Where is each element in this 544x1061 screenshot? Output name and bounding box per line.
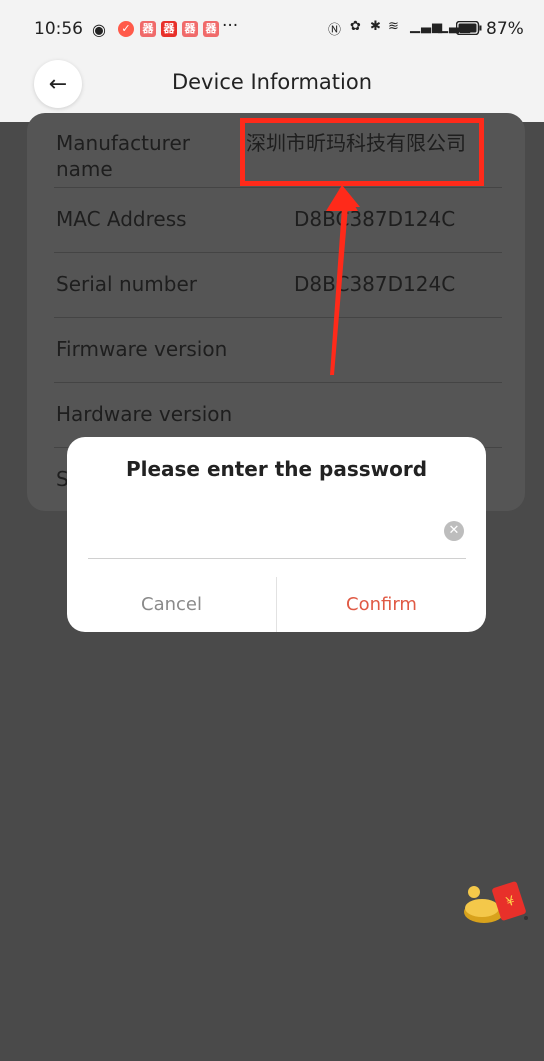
battery-percent: 87% [486, 19, 524, 39]
info-row-firmware: Firmware version [54, 317, 502, 383]
annotation-highlight-box [240, 118, 484, 186]
page-title: Device Information [171, 70, 373, 94]
app-notification-icon: 器 [140, 21, 156, 37]
confirm-button[interactable]: Confirm [277, 577, 486, 632]
wifi-icon: ≋ [388, 19, 400, 34]
dialog-title: Please enter the password [125, 457, 428, 481]
red-envelope-icon[interactable]: ¥ [462, 878, 532, 928]
do-not-disturb-icon: ✿ [350, 19, 362, 34]
annotation-arrow-icon [326, 185, 360, 375]
info-row-serial: Serial number D8BC387D124C [54, 252, 502, 318]
status-time: 10:56 [34, 19, 83, 39]
row-label: MAC Address [56, 207, 187, 231]
nfc-icon: Ⓝ [328, 23, 343, 38]
notification-icon: ✓ [118, 21, 134, 37]
info-row-mac: MAC Address D8BC387D124C [54, 187, 502, 253]
bluetooth-icon: ✱ [370, 19, 382, 34]
row-label: Serial number [56, 272, 198, 296]
cancel-button[interactable]: Cancel [67, 577, 276, 632]
more-notifications-icon: ··· [222, 16, 239, 36]
row-label: Manufacturer name [56, 131, 190, 181]
input-underline [88, 558, 466, 559]
password-input[interactable] [89, 511, 447, 553]
row-label: Firmware version [56, 337, 228, 361]
app-notification-icon: 器 [203, 21, 219, 37]
eye-icon: ◉ [92, 20, 106, 39]
clear-circle-icon[interactable]: ✕ [444, 521, 464, 541]
battery-icon [455, 20, 482, 40]
status-bar: 10:56 ◉ ✓ 器 器 器 器 ··· Ⓝ ✿ ✱ ≋ ▁▃▅ ▁▃▅ 87… [0, 0, 544, 60]
app-notification-icon: 器 [182, 21, 198, 37]
app-notification-icon: 器 [161, 21, 177, 37]
password-dialog: Please enter the password ✕ Cancel Confi… [67, 437, 486, 632]
row-label: Hardware version [56, 402, 233, 426]
